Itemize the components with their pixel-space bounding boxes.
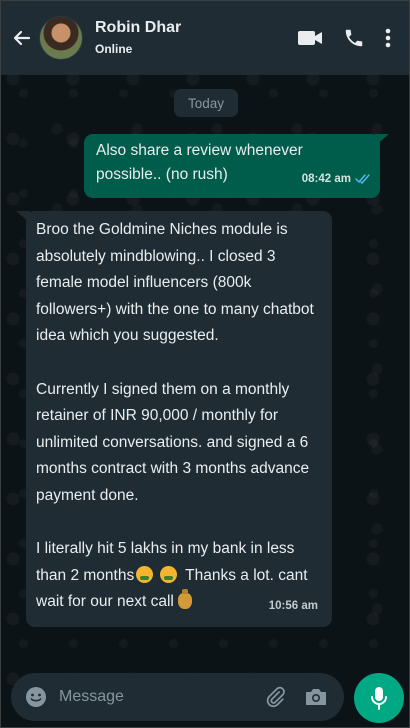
attachment-icon [266,686,285,708]
mic-icon [371,687,387,710]
message-input[interactable] [59,688,239,706]
money-bag-icon [177,589,192,609]
contact-status: Online [95,42,133,56]
incoming-message[interactable]: Broo the Goldmine Niches module is absol… [26,211,332,627]
more-options-icon [385,28,391,48]
chat-screen: Robin Dhar Online Today Also share a rev… [0,0,410,728]
attach-button[interactable] [264,686,286,708]
emoji-icon [26,687,46,707]
message-time: 10:56 am [268,599,318,612]
double-check-icon [355,174,370,184]
back-arrow-icon [13,30,31,46]
date-separator: Today [174,89,238,117]
voice-call-icon [345,29,363,47]
video-call-button[interactable] [297,29,323,47]
outgoing-message[interactable]: Also share a review whenever possible.. … [84,134,380,198]
message-paragraph: Broo the Goldmine Niches module is absol… [36,221,314,344]
more-options-button[interactable] [385,27,391,49]
chat-header: Robin Dhar Online [1,1,409,75]
video-call-icon [298,31,322,45]
message-composer [11,673,344,721]
message-text-line: Also share a review whenever [96,142,303,159]
money-mouth-face-icon [136,565,154,583]
camera-icon [306,689,326,705]
voice-call-button[interactable] [343,27,365,49]
contact-info[interactable]: Robin Dhar Online [95,18,181,58]
message-meta: 08:42 am [302,167,371,191]
back-button[interactable] [7,23,37,53]
message-paragraph: Currently I signed them on a monthly ret… [36,380,310,504]
camera-button[interactable] [304,687,328,707]
emoji-button[interactable] [25,686,47,708]
voice-message-button[interactable] [354,673,404,723]
contact-name: Robin Dhar [95,19,182,36]
message-time: 08:42 am [301,173,351,185]
money-mouth-face-icon [159,565,177,583]
avatar[interactable] [39,16,83,60]
